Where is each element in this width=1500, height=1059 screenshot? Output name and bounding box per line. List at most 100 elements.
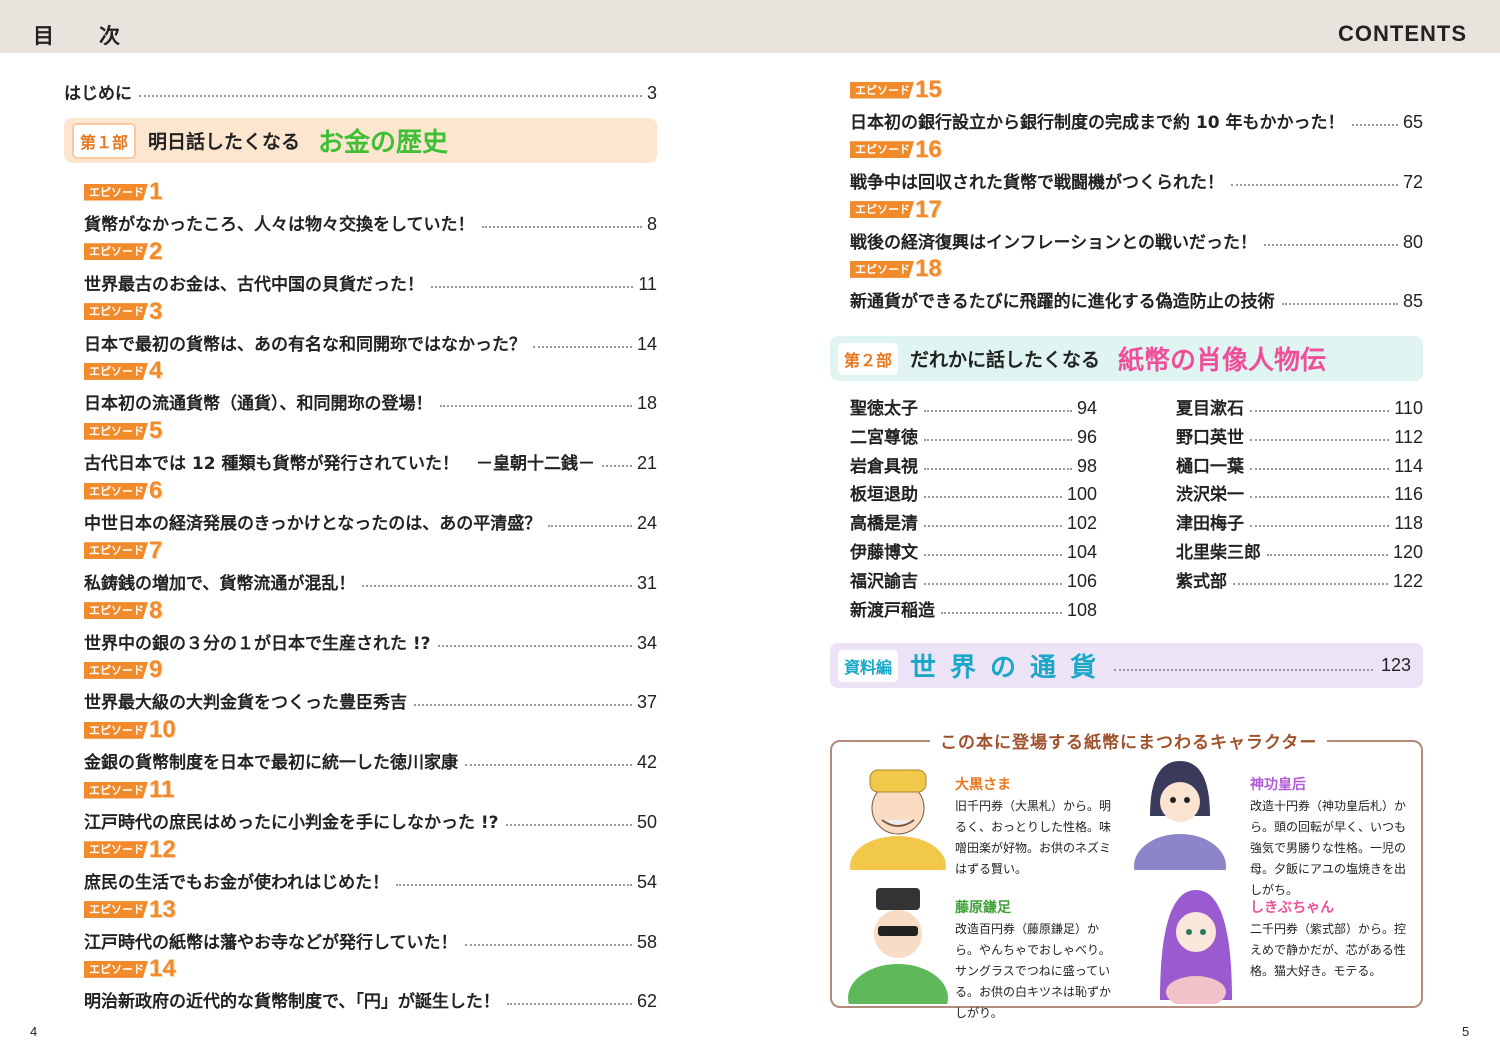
- toc-entry-episode-13[interactable]: 江戸時代の紙幣は藩やお寺などが発行していた！ 58: [84, 927, 657, 953]
- toc-entry-episode-1[interactable]: 貨幣がなかったころ、人々は物々交換をしていた！ 8: [84, 209, 657, 235]
- toc-entry-person[interactable]: 野口英世 112: [1176, 424, 1423, 448]
- header-right-title: CONTENTS: [1338, 21, 1467, 46]
- episode-badge: エピソード 9: [84, 656, 163, 684]
- character-description: 改造十円券（神功皇后札）から。頭の回転が早く、いつも強気で男勝りな性格。一児の母…: [1250, 799, 1407, 897]
- dot-leader: [1250, 438, 1390, 441]
- dot-leader: [439, 405, 632, 408]
- episode-number: 9: [149, 656, 163, 684]
- dot-leader: [941, 611, 1062, 614]
- toc-entry-episode-18[interactable]: 新通貨ができるたびに飛躍的に進化する偽造防止の技術 85: [850, 286, 1423, 312]
- toc-entry-episode-6[interactable]: 中世日本の経済発展のきっかけとなったのは、あの平清盛？ 24: [84, 508, 657, 534]
- dot-leader: [139, 95, 642, 97]
- episode-label: エピソード: [84, 721, 148, 739]
- character-description: 二千円券（紫式部）から。控えめで静かだが、芯がある性格。猫大好き。モテる。: [1250, 922, 1407, 978]
- dot-leader: [1250, 496, 1390, 499]
- person-page: 118: [1394, 513, 1423, 534]
- toc-entry-episode-5[interactable]: 古代日本では 12 種類も貨幣が発行されていた！ －皇朝十二銭－ 21: [84, 448, 657, 474]
- dot-leader: [924, 496, 1062, 499]
- toc-entry-person[interactable]: 二宮尊徳 96: [850, 424, 1097, 448]
- dot-leader: [437, 644, 632, 647]
- toc-entry-episode-8[interactable]: 世界中の銀の３分の１が日本で生産された !? 34: [84, 628, 657, 654]
- toc-entry-episode-4[interactable]: 日本初の流通貨幣（通貨）、和同開珎の登場！ 18: [84, 388, 657, 414]
- character-description: 改造百円券（藤原鎌足）から。やんちゃでおしゃべり。サングラスでつねに盛っている。…: [955, 922, 1112, 1020]
- episode-badge: エピソード 13: [84, 897, 176, 921]
- toc-entry-person[interactable]: 北里柴三郎 120: [1176, 539, 1423, 563]
- toc-entry-person[interactable]: 高橋是清 102: [850, 510, 1097, 534]
- toc-entry-episode-11[interactable]: 江戸時代の庶民はめったに小判金を手にしなかった !? 50: [84, 807, 657, 833]
- part-2-banner: 第２部 だれかに話したくなる 紙幣の肖像人物伝: [830, 336, 1423, 381]
- toc-entry-episode-9[interactable]: 世界最大級の大判金貨をつくった豊臣秀吉 37: [84, 687, 657, 713]
- episode-badge: エピソード 6: [84, 479, 162, 503]
- part-1-banner: 第１部 明日話したくなる お金の歴史: [64, 118, 657, 163]
- toc-entry-page: 14: [636, 333, 657, 354]
- toc-entry-title: 私鋳銭の増加で、貨幣流通が混乱！: [84, 573, 356, 594]
- toc-entry-page: 62: [636, 991, 657, 1012]
- toc-entry-person[interactable]: 福沢諭吉 106: [850, 568, 1097, 592]
- toc-entry-title: 新通貨ができるたびに飛躍的に進化する偽造防止の技術: [850, 292, 1275, 313]
- fujiwara-kamatari-illustration-icon: [848, 888, 948, 1004]
- toc-entry-person[interactable]: 津田梅子 118: [1176, 510, 1423, 534]
- toc-entry-episode-12[interactable]: 庶民の生活でもお金が使われはじめた！ 54: [84, 867, 657, 893]
- episode-number: 14: [149, 955, 176, 983]
- toc-entry-person[interactable]: 聖徳太子 94: [850, 395, 1097, 419]
- episode-label: エピソード: [84, 482, 148, 500]
- episode-number: 1: [149, 178, 163, 205]
- episode-number: 18: [915, 255, 942, 283]
- toc-entry-page: 42: [636, 752, 657, 773]
- person-page: 122: [1392, 570, 1423, 591]
- toc-entry-page: 72: [1402, 171, 1423, 192]
- toc-entry-intro[interactable]: はじめに 3: [64, 78, 657, 104]
- toc-entry-person[interactable]: 樋口一葉 114: [1176, 453, 1423, 477]
- toc-entry-person[interactable]: 新渡戸稲造 108: [850, 597, 1097, 621]
- toc-entry-person[interactable]: 紫式部 122: [1176, 568, 1423, 592]
- episode-number: 4: [149, 357, 163, 385]
- dot-leader: [464, 943, 632, 946]
- toc-entry-episode-10[interactable]: 金銀の貨幣制度を日本で最初に統一した徳川家康 42: [84, 747, 657, 773]
- episode-badge: エピソード 18: [850, 255, 942, 283]
- toc-entry-episode-14[interactable]: 明治新政府の近代的な貨幣制度で、「円」が誕生した！ 62: [84, 986, 657, 1012]
- toc-entry-title: 江戸時代の紙幣は藩やお寺などが発行していた！: [84, 932, 458, 953]
- toc-entry-episode-7[interactable]: 私鋳銭の増加で、貨幣流通が混乱！ 31: [84, 568, 657, 594]
- part-3-banner[interactable]: 資料編 世界の通貨 123: [830, 643, 1423, 688]
- episode-label: エピソード: [84, 960, 148, 978]
- dot-leader: [1281, 303, 1398, 306]
- toc-entry-episode-3[interactable]: 日本で最初の貨幣は、あの有名な和同開珎ではなかった？ 14: [84, 329, 657, 355]
- character-name: 藤原鎌足: [955, 900, 1011, 916]
- dot-leader: [1250, 467, 1390, 470]
- toc-entry-person[interactable]: 夏目漱石 110: [1176, 395, 1423, 419]
- dot-leader: [1351, 124, 1398, 126]
- character-name: しきぶちゃん: [1250, 900, 1335, 916]
- toc-entry-episode-15[interactable]: 日本初の銀行設立から銀行制度の完成まで約 10 年もかかった！ 65: [850, 107, 1423, 133]
- person-name: 樋口一葉: [1176, 456, 1244, 477]
- episode-label: エピソード: [84, 422, 148, 440]
- toc-entry-episode-2[interactable]: 世界最古のお金は、古代中国の貝貨だった！ 11: [84, 269, 657, 295]
- toc-entry-person[interactable]: 渋沢栄一 116: [1176, 481, 1423, 505]
- toc-entry-episode-16[interactable]: 戦争中は回収された貨幣で戦闘機がつくられた！ 72: [850, 167, 1423, 193]
- header-left-title: 目 次: [33, 24, 132, 48]
- person-page: 106: [1066, 570, 1097, 591]
- toc-entry-episode-17[interactable]: 戦後の経済復興はインフレーションとの戦いだった！ 80: [850, 227, 1423, 253]
- episode-badge: エピソード 17: [850, 197, 942, 221]
- episode-label: エピソード: [84, 183, 148, 201]
- toc-entry-person[interactable]: 板垣退助 100: [850, 481, 1097, 505]
- character-shikibu-chan: しきぶちゃん 二千円券（紫式部）から。控えめで静かだが、芯がある性格。猫大好き。…: [1250, 897, 1500, 982]
- episode-badge: エピソード 11: [84, 778, 174, 802]
- episode-label: エピソード: [84, 362, 148, 380]
- part-subtitle: だれかに話したくなる: [910, 349, 1101, 371]
- toc-entry-page: 21: [636, 453, 657, 474]
- person-page: 108: [1066, 599, 1097, 620]
- part-tag: 第２部: [838, 342, 899, 375]
- dot-leader: [362, 584, 632, 587]
- person-name: 伊藤博文: [850, 543, 918, 563]
- toc-entry-person[interactable]: 岩倉具視 98: [850, 453, 1097, 477]
- person-name: 野口英世: [1176, 427, 1244, 448]
- dot-leader: [1267, 554, 1388, 556]
- toc-entry-title: 古代日本では 12 種類も貨幣が発行されていた！ －皇朝十二銭－: [84, 454, 595, 475]
- part-tag: 資料編: [838, 649, 899, 682]
- dot-leader: [924, 467, 1072, 470]
- part-title: お金の歴史: [318, 128, 449, 158]
- toc-entry-title: はじめに: [64, 84, 132, 104]
- character-daikoku: 大黒さま 旧千円券（大黒札）から。明るく、おっとりした性格。味噌田楽が好物。お供…: [955, 774, 1225, 880]
- toc-entry-person[interactable]: 伊藤博文 104: [850, 539, 1097, 563]
- episode-number: 3: [149, 297, 163, 325]
